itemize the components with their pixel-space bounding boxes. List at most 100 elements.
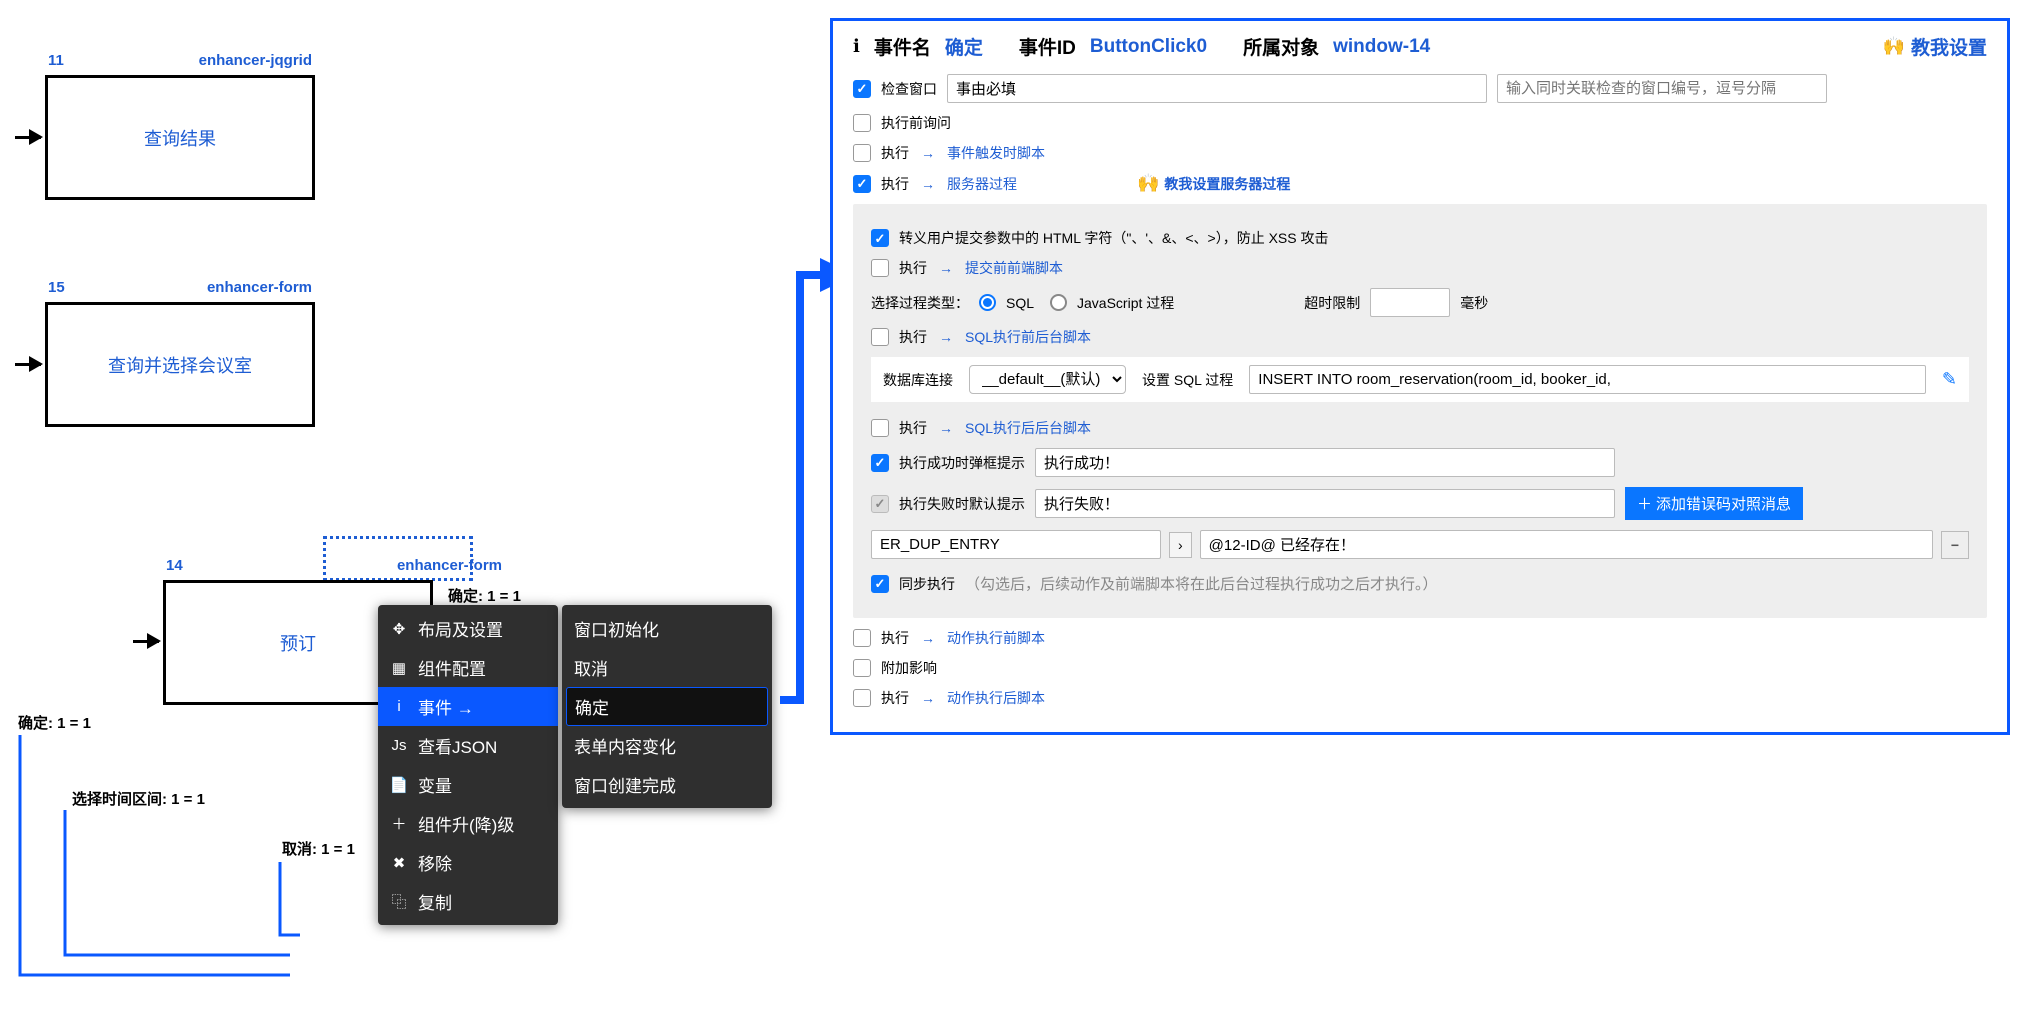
check-window-ids-input[interactable]	[1497, 74, 1827, 103]
event-name-value: 确定	[945, 33, 983, 60]
check-window-label: 检查窗口	[881, 79, 937, 99]
panel-header: ℹ 事件名 确定 事件ID ButtonClick0 所属对象 window-1…	[853, 33, 1987, 60]
trigger-script-link[interactable]: 事件触发时脚本	[947, 143, 1045, 163]
error-separator: ›	[1169, 532, 1192, 558]
pre-action-checkbox[interactable]	[853, 629, 871, 647]
exec-prefix-3: 执行	[899, 258, 927, 278]
exec-prefix-5: 执行	[899, 418, 927, 438]
plus-icon: ＋	[390, 815, 408, 833]
success-prompt-input[interactable]	[1035, 448, 1615, 477]
timeout-input[interactable]	[1370, 288, 1450, 317]
exec-prefix-2: 执行	[881, 174, 909, 194]
submenu-confirm[interactable]: 确定	[566, 687, 768, 726]
person-icon: 🙌	[1883, 36, 1905, 57]
arrow-icon: →	[921, 145, 935, 161]
sync-exec-label: 同步执行	[899, 574, 955, 594]
teach-settings-link[interactable]: 🙌教我设置	[1883, 33, 1987, 60]
pre-action-script-link[interactable]: 动作执行前脚本	[947, 628, 1045, 648]
fail-prompt-checkbox[interactable]	[871, 495, 889, 513]
arrow-icon: →	[939, 260, 953, 276]
exec-prefix-6: 执行	[881, 628, 909, 648]
teach-server-link[interactable]: 🙌教我设置服务器过程	[1137, 173, 1290, 194]
arrow-icon: →	[921, 630, 935, 646]
sync-exec-note: （勾选后，后续动作及前端脚本将在此后台过程执行成功之后才执行。）	[965, 573, 1438, 594]
radio-sql-label: SQL	[1006, 295, 1034, 311]
proc-type-label: 选择过程类型：	[871, 293, 969, 313]
presubmit-checkbox[interactable]	[871, 259, 889, 277]
info-icon: i	[390, 698, 408, 716]
person-icon: 🙌	[1137, 173, 1159, 194]
check-window-checkbox[interactable]	[853, 80, 871, 98]
menu-remove[interactable]: ✖移除	[378, 843, 558, 882]
sync-exec-checkbox[interactable]	[871, 575, 889, 593]
sql-input[interactable]	[1249, 365, 1926, 394]
extra-effect-checkbox[interactable]	[853, 659, 871, 677]
server-process-block: 转义用户提交参数中的 HTML 字符（"、'、&、<、>），防止 XSS 攻击 …	[853, 204, 1987, 618]
timeout-unit: 毫秒	[1460, 293, 1488, 313]
fail-prompt-input[interactable]	[1035, 489, 1615, 518]
arrow-icon: →	[921, 690, 935, 706]
extra-effect-label: 附加影响	[881, 658, 937, 678]
exec-trigger-checkbox[interactable]	[853, 144, 871, 162]
success-prompt-checkbox[interactable]	[871, 454, 889, 472]
escape-html-checkbox[interactable]	[871, 229, 889, 247]
db-conn-label: 数据库连接	[883, 370, 953, 390]
radio-js-label: JavaScript 过程	[1077, 293, 1174, 313]
sql-config-row: 数据库连接 __default__(默认) 设置 SQL 过程 ✎	[871, 357, 1969, 402]
check-window-reason-input[interactable]	[947, 74, 1487, 103]
sql-post-checkbox[interactable]	[871, 419, 889, 437]
success-prompt-label: 执行成功时弹框提示	[899, 453, 1025, 473]
post-action-script-link[interactable]: 动作执行后脚本	[947, 688, 1045, 708]
exec-server-checkbox[interactable]	[853, 175, 871, 193]
copy-icon: ⿻	[390, 893, 408, 911]
ask-before-checkbox[interactable]	[853, 114, 871, 132]
edit-sql-icon[interactable]: ✎	[1942, 369, 1957, 390]
context-submenu[interactable]: 窗口初始化 取消 确定 表单内容变化 窗口创建完成	[562, 605, 772, 808]
escape-html-label: 转义用户提交参数中的 HTML 字符（"、'、&、<、>），防止 XSS 攻击	[899, 228, 1329, 248]
db-conn-select[interactable]: __default__(默认)	[969, 365, 1126, 394]
owner-label: 所属对象	[1243, 33, 1319, 60]
plus-icon: ＋	[1637, 493, 1652, 514]
radio-js[interactable]	[1050, 294, 1067, 311]
radio-sql[interactable]	[979, 294, 996, 311]
add-error-button[interactable]: ＋添加错误码对照消息	[1625, 487, 1803, 520]
menu-events[interactable]: i事件 →	[378, 687, 558, 726]
sql-pre-checkbox[interactable]	[871, 328, 889, 346]
post-action-checkbox[interactable]	[853, 689, 871, 707]
server-process-link[interactable]: 服务器过程	[947, 174, 1017, 194]
menu-vars[interactable]: 📄变量	[378, 765, 558, 804]
error-code-input[interactable]	[871, 530, 1161, 559]
submenu-cancel[interactable]: 取消	[562, 648, 772, 687]
exec-prefix-4: 执行	[899, 327, 927, 347]
event-name-label: 事件名	[874, 33, 931, 60]
remove-error-button[interactable]: −	[1941, 531, 1969, 559]
menu-copy[interactable]: ⿻复制	[378, 882, 558, 921]
menu-level[interactable]: ＋组件升(降)级	[378, 804, 558, 843]
arrow-icon: →	[939, 329, 953, 345]
sql-pre-script-link[interactable]: SQL执行前后台脚本	[965, 327, 1091, 347]
fail-prompt-label: 执行失败时默认提示	[899, 494, 1025, 514]
file-icon: 📄	[390, 776, 408, 794]
exec-prefix-1: 执行	[881, 143, 909, 163]
context-menu[interactable]: ✥布局及设置 ▦组件配置 i事件 → Js查看JSON 📄变量 ＋组件升(降)级…	[378, 605, 558, 925]
submenu-window-created[interactable]: 窗口创建完成	[562, 765, 772, 804]
error-msg-input[interactable]	[1200, 530, 1933, 559]
json-icon: Js	[390, 737, 408, 755]
move-icon: ✥	[390, 620, 408, 638]
timeout-label: 超时限制	[1304, 293, 1360, 313]
grid-icon: ▦	[390, 659, 408, 677]
remove-icon: ✖	[390, 854, 408, 872]
submenu-window-init[interactable]: 窗口初始化	[562, 609, 772, 648]
info-icon: ℹ	[853, 36, 860, 57]
sql-post-script-link[interactable]: SQL执行后后台脚本	[965, 418, 1091, 438]
event-id-value: ButtonClick0	[1090, 36, 1207, 58]
menu-json[interactable]: Js查看JSON	[378, 726, 558, 765]
event-id-label: 事件ID	[1019, 33, 1076, 60]
submenu-form-change[interactable]: 表单内容变化	[562, 726, 772, 765]
presubmit-script-link[interactable]: 提交前前端脚本	[965, 258, 1063, 278]
owner-value: window-14	[1333, 36, 1430, 58]
menu-component[interactable]: ▦组件配置	[378, 648, 558, 687]
exec-prefix-7: 执行	[881, 688, 909, 708]
menu-layout[interactable]: ✥布局及设置	[378, 609, 558, 648]
arrow-icon: →	[921, 176, 935, 192]
